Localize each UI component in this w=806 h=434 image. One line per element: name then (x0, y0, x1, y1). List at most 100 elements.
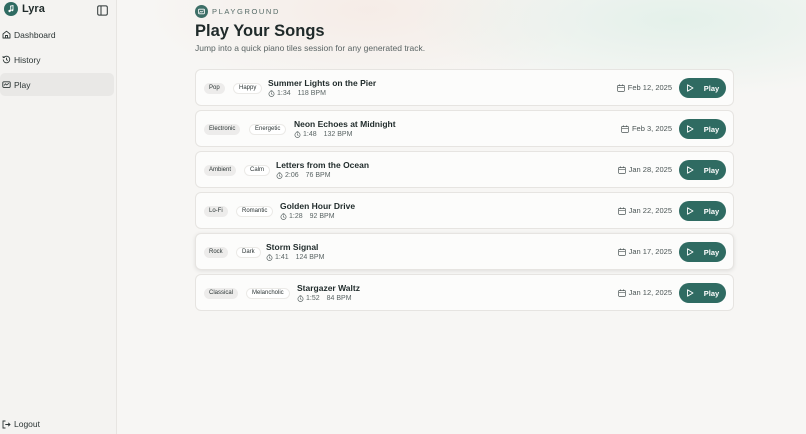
sidebar-item-play[interactable]: Play (0, 73, 114, 96)
song-duration: 1:41 (275, 254, 289, 261)
music-note-icon (4, 2, 18, 16)
genre-tag: Classical (204, 288, 239, 299)
play-button[interactable]: Play (679, 78, 726, 98)
song-card: Lo-Fi Romantic Golden Hour Drive 1:28 92… (195, 192, 734, 229)
song-title: Golden Hour Drive (280, 201, 356, 211)
song-duration: 2:06 (285, 172, 299, 179)
page-title: Play Your Songs (195, 22, 325, 40)
playground-icon (2, 80, 11, 89)
play-button[interactable]: Play (679, 160, 726, 180)
timer-icon (268, 90, 275, 97)
genre-tag: Rock (204, 247, 228, 258)
sidebar-item-history[interactable]: History (0, 48, 114, 71)
mood-tag: Energetic (249, 124, 287, 135)
calendar-icon (617, 83, 625, 92)
song-date-text: Jan 22, 2025 (628, 206, 672, 215)
eyebrow-label: PLAYGROUND (212, 7, 280, 16)
song-title: Storm Signal (266, 242, 319, 252)
timer-icon (280, 213, 287, 220)
sidebar: Lyra Dashboard History Play Logout (0, 0, 117, 434)
song-date-text: Feb 12, 2025 (627, 83, 672, 92)
playground-icon (195, 5, 208, 18)
timer-icon (294, 131, 301, 138)
play-label: Play (703, 83, 720, 93)
section-eyebrow: PLAYGROUND (195, 5, 280, 18)
song-card: Classical Melancholic Stargazer Waltz 1:… (195, 274, 734, 311)
song-title: Stargazer Waltz (297, 283, 360, 293)
song-date-text: Jan 12, 2025 (628, 288, 672, 297)
song-date: Feb 3, 2025 (621, 124, 672, 133)
play-label: Play (703, 247, 720, 257)
song-meta: 1:28 92 BPM (280, 213, 335, 220)
calendar-icon (621, 124, 629, 133)
song-duration: 1:34 (277, 90, 291, 97)
play-button[interactable]: Play (679, 201, 726, 221)
song-duration: 1:52 (306, 295, 320, 302)
song-date-text: Feb 3, 2025 (631, 124, 672, 133)
song-meta: 1:52 84 BPM (297, 295, 352, 302)
play-button[interactable]: Play (679, 242, 726, 262)
calendar-icon (617, 165, 626, 174)
song-date: Jan 22, 2025 (617, 206, 672, 215)
song-title: Neon Echoes at Midnight (294, 119, 396, 129)
song-bpm: 76 BPM (305, 172, 331, 179)
timer-icon (266, 254, 273, 261)
play-icon (686, 166, 694, 174)
song-date-text: Jan 28, 2025 (628, 165, 672, 174)
play-label: Play (703, 165, 720, 175)
song-bpm: 92 BPM (309, 213, 335, 220)
play-icon (686, 248, 694, 256)
song-title: Summer Lights on the Pier (268, 78, 377, 88)
song-card: Pop Happy Summer Lights on the Pier 1:34… (195, 69, 734, 106)
timer-icon (276, 172, 283, 179)
play-button[interactable]: Play (679, 283, 726, 303)
play-label: Play (703, 124, 720, 134)
play-icon (686, 84, 694, 92)
calendar-icon (617, 206, 626, 215)
mood-tag: Happy (233, 83, 263, 94)
timer-icon (297, 295, 304, 302)
sidebar-item-label: History (14, 54, 41, 65)
main-content: PLAYGROUND Play Your Songs Jump into a q… (118, 0, 806, 434)
song-card: Ambient Calm Letters from the Ocean 2:06… (195, 151, 734, 188)
song-date: Jan 28, 2025 (617, 165, 672, 174)
song-bpm: 84 BPM (326, 295, 352, 302)
genre-tag: Electronic (204, 124, 241, 135)
genre-tag: Pop (204, 83, 225, 94)
song-date: Feb 12, 2025 (617, 83, 672, 92)
song-meta: 1:41 124 BPM (266, 254, 324, 261)
sidebar-item-dashboard[interactable]: Dashboard (0, 23, 114, 46)
play-button[interactable]: Play (679, 119, 726, 139)
calendar-icon (617, 288, 626, 297)
play-icon (686, 289, 694, 297)
home-icon (2, 30, 11, 39)
song-duration: 1:48 (303, 131, 317, 138)
play-icon (686, 125, 694, 133)
song-date: Jan 17, 2025 (617, 247, 672, 256)
song-title: Letters from the Ocean (276, 160, 370, 170)
brand[interactable]: Lyra (4, 2, 45, 16)
song-card: Rock Dark Storm Signal 1:41 124 BPM Jan … (195, 233, 734, 270)
sidebar-toggle-icon[interactable] (97, 3, 108, 16)
song-meta: 1:48 132 BPM (294, 131, 352, 138)
song-bpm: 124 BPM (295, 254, 325, 261)
song-bpm: 132 BPM (323, 131, 353, 138)
song-card: Electronic Energetic Neon Echoes at Midn… (195, 110, 734, 147)
mood-tag: Calm (244, 165, 271, 176)
app-name: Lyra (22, 3, 45, 15)
song-duration: 1:28 (289, 213, 303, 220)
genre-tag: Ambient (204, 165, 237, 176)
song-meta: 2:06 76 BPM (276, 172, 331, 179)
page-subtitle: Jump into a quick piano tiles session fo… (195, 43, 426, 53)
history-icon (2, 55, 11, 64)
logout-label: Logout (14, 419, 40, 429)
sidebar-item-label: Play (14, 79, 31, 90)
play-icon (686, 207, 694, 215)
mood-tag: Romantic (236, 206, 274, 217)
mood-tag: Melancholic (246, 288, 290, 299)
song-bpm: 118 BPM (297, 90, 326, 97)
calendar-icon (617, 247, 626, 256)
logout-icon (2, 420, 11, 429)
logout-button[interactable]: Logout (2, 419, 40, 429)
play-label: Play (703, 206, 720, 216)
